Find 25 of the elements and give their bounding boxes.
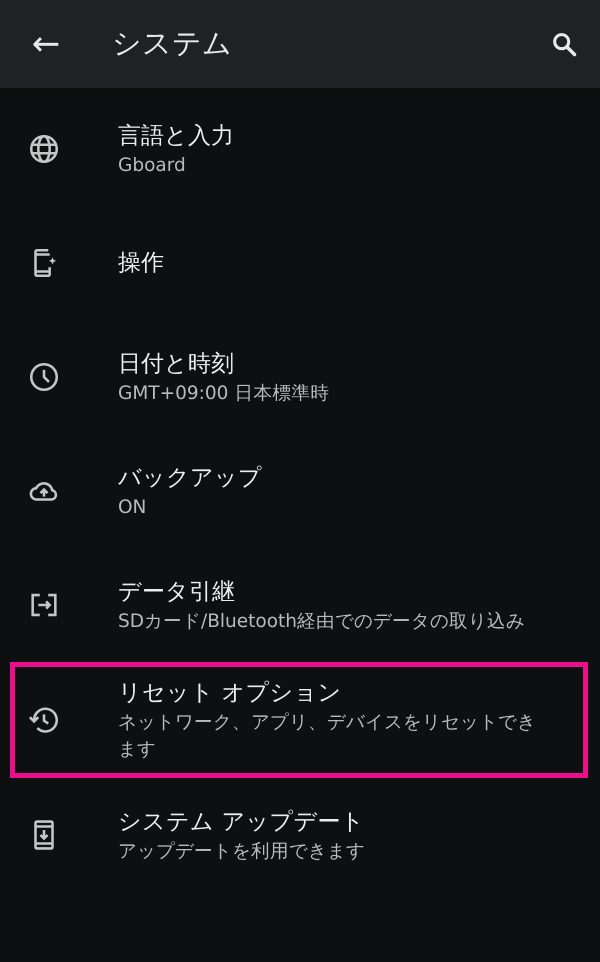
settings-item[interactable]: 言語と入力 Gboard: [10, 92, 588, 206]
item-title: 言語と入力: [118, 122, 235, 150]
item-subtitle: Gboard: [118, 154, 187, 178]
item-subtitle: SDカード/Bluetooth経由でのデータの取り込み: [118, 610, 526, 634]
settings-item[interactable]: 操作: [10, 206, 588, 320]
screen-title: システム: [112, 25, 233, 62]
search-icon[interactable]: [550, 30, 578, 58]
item-subtitle: アップデートを利用できます: [118, 840, 366, 864]
settings-item[interactable]: バックアップ ON: [10, 434, 588, 548]
item-subtitle: ネットワーク、アプリ、デバイスをリセットできます: [118, 711, 537, 762]
item-subtitle: GMT+09:00 日本標準時: [118, 382, 330, 406]
item-title: システム アップデート: [118, 808, 366, 836]
item-title: データ引継: [118, 578, 236, 606]
back-button[interactable]: ←: [24, 24, 68, 64]
settings-item[interactable]: データ引継 SDカード/Bluetooth経由でのデータの取り込み: [10, 548, 588, 662]
settings-item[interactable]: リセット オプション ネットワーク、アプリ、デバイスをリセットできます: [10, 662, 588, 778]
settings-item[interactable]: 日付と時刻 GMT+09:00 日本標準時: [10, 320, 588, 434]
item-title: 操作: [118, 249, 165, 278]
item-title: バックアップ: [118, 464, 263, 492]
clock-icon: [27, 360, 61, 394]
item-title: 日付と時刻: [118, 350, 235, 378]
settings-item[interactable]: システム アップデート アップデートを利用できます: [10, 778, 588, 892]
item-title: リセット オプション: [118, 679, 342, 708]
globe-icon: [27, 132, 61, 166]
item-subtitle: ON: [118, 496, 148, 520]
